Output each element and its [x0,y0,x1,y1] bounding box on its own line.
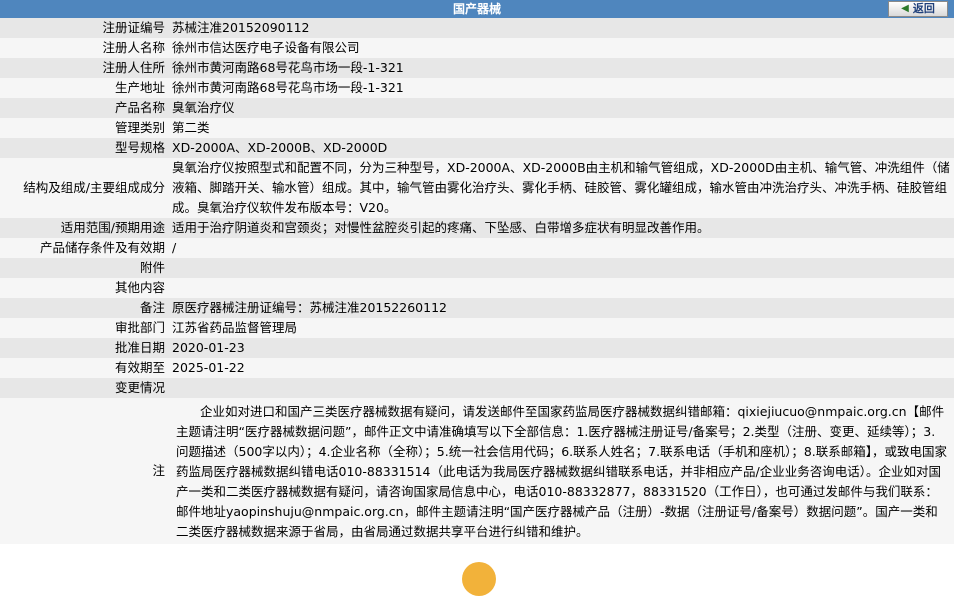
field-label: 注册人住所 [0,58,169,78]
field-value: 徐州市信达医疗电子设备有限公司 [169,38,954,58]
table-row: 管理类别 第二类 [0,118,954,138]
table-row: 生产地址 徐州市黄河南路68号花鸟市场一段-1-321 [0,78,954,98]
table-row: 结构及组成/主要组成成分 臭氧治疗仪按照型式和配置不同，分为三种型号，XD-200… [0,158,954,218]
field-value [169,258,954,278]
field-label: 审批部门 [0,318,169,338]
field-label: 管理类别 [0,118,169,138]
table-row: 产品名称 臭氧治疗仪 [0,98,954,118]
field-label: 有效期至 [0,358,169,378]
table-row: 变更情况 [0,378,954,398]
field-value: 徐州市黄河南路68号花鸟市场一段-1-321 [169,78,954,98]
field-value: 原医疗器械注册证编号：苏械注准20152260112 [169,298,954,318]
detail-table: 注册证编号 苏械注准20152090112 注册人名称 徐州市信达医疗电子设备有限公司… [0,18,954,544]
table-row: 备注 原医疗器械注册证编号：苏械注准20152260112 [0,298,954,318]
note-container: 企业如对进口和国产三类医疗器械数据有疑问，请发送邮件至国家药监局医疗器械数据纠错… [172,398,951,544]
table-row: 批准日期 2020-01-23 [0,338,954,358]
table-row: 注册人名称 徐州市信达医疗电子设备有限公司 [0,38,954,58]
page-header: 国产器械 ◀ 返回 [0,0,954,18]
field-value: 臭氧治疗仪 [169,98,954,118]
field-label: 批准日期 [0,338,169,358]
table-row: 注册人住所 徐州市黄河南路68号花鸟市场一段-1-321 [0,58,954,78]
back-button[interactable]: ◀ 返回 [888,1,948,17]
field-label: 变更情况 [0,378,169,398]
field-value: 2025-01-22 [169,358,954,378]
note-text: 企业如对进口和国产三类医疗器械数据有疑问，请发送邮件至国家药监局医疗器械数据纠错… [176,404,947,539]
field-label: 备注 [0,298,169,318]
page-title: 国产器械 [452,2,501,16]
table-row: 适用范围/预期用途 适用于治疗阴道炎和宫颈炎；对慢性盆腔炎引起的疼痛、下坠感、白带… [0,218,954,238]
field-label: 型号规格 [0,138,169,158]
field-label: 适用范围/预期用途 [0,218,169,238]
table-row: 产品储存条件及有效期 / [0,238,954,258]
field-label: 产品名称 [0,98,169,118]
field-label: 注册人名称 [0,38,169,58]
field-label: 附件 [0,258,169,278]
scroll-top-badge[interactable] [462,562,496,596]
field-value [169,378,954,398]
field-value: XD-2000A、XD-2000B、XD-2000D [169,138,954,158]
table-row: 附件 [0,258,954,278]
field-label: 产品储存条件及有效期 [0,238,169,258]
field-value: 第二类 [169,118,954,138]
arrow-left-icon: ◀ [901,3,909,14]
back-button-label: 返回 [912,2,935,15]
table-row: 审批部门 江苏省药品监督管理局 [0,318,954,338]
field-label: 结构及组成/主要组成成分 [0,158,169,218]
field-value: 臭氧治疗仪按照型式和配置不同，分为三种型号，XD-2000A、XD-2000B由… [169,158,954,218]
table-row: 有效期至 2025-01-22 [0,358,954,378]
table-row: 其他内容 [0,278,954,298]
field-value: 适用于治疗阴道炎和宫颈炎；对慢性盆腔炎引起的疼痛、下坠感、白带增多症状有明显改善… [169,218,954,238]
table-row: 型号规格 XD-2000A、XD-2000B、XD-2000D [0,138,954,158]
field-label: 生产地址 [0,78,169,98]
field-label: 其他内容 [0,278,169,298]
note-cell: 企业如对进口和国产三类医疗器械数据有疑问，请发送邮件至国家药监局医疗器械数据纠错… [169,398,954,544]
field-value [169,278,954,298]
field-value: 江苏省药品监督管理局 [169,318,954,338]
note-label: 注 [0,398,169,544]
field-value: 徐州市黄河南路68号花鸟市场一段-1-321 [169,58,954,78]
field-value: / [169,238,954,258]
note-row: 注企业如对进口和国产三类医疗器械数据有疑问，请发送邮件至国家药监局医疗器械数据纠… [0,398,954,544]
table-row: 注册证编号 苏械注准20152090112 [0,18,954,38]
field-value: 2020-01-23 [169,338,954,358]
field-label: 注册证编号 [0,18,169,38]
field-value: 苏械注准20152090112 [169,18,954,38]
